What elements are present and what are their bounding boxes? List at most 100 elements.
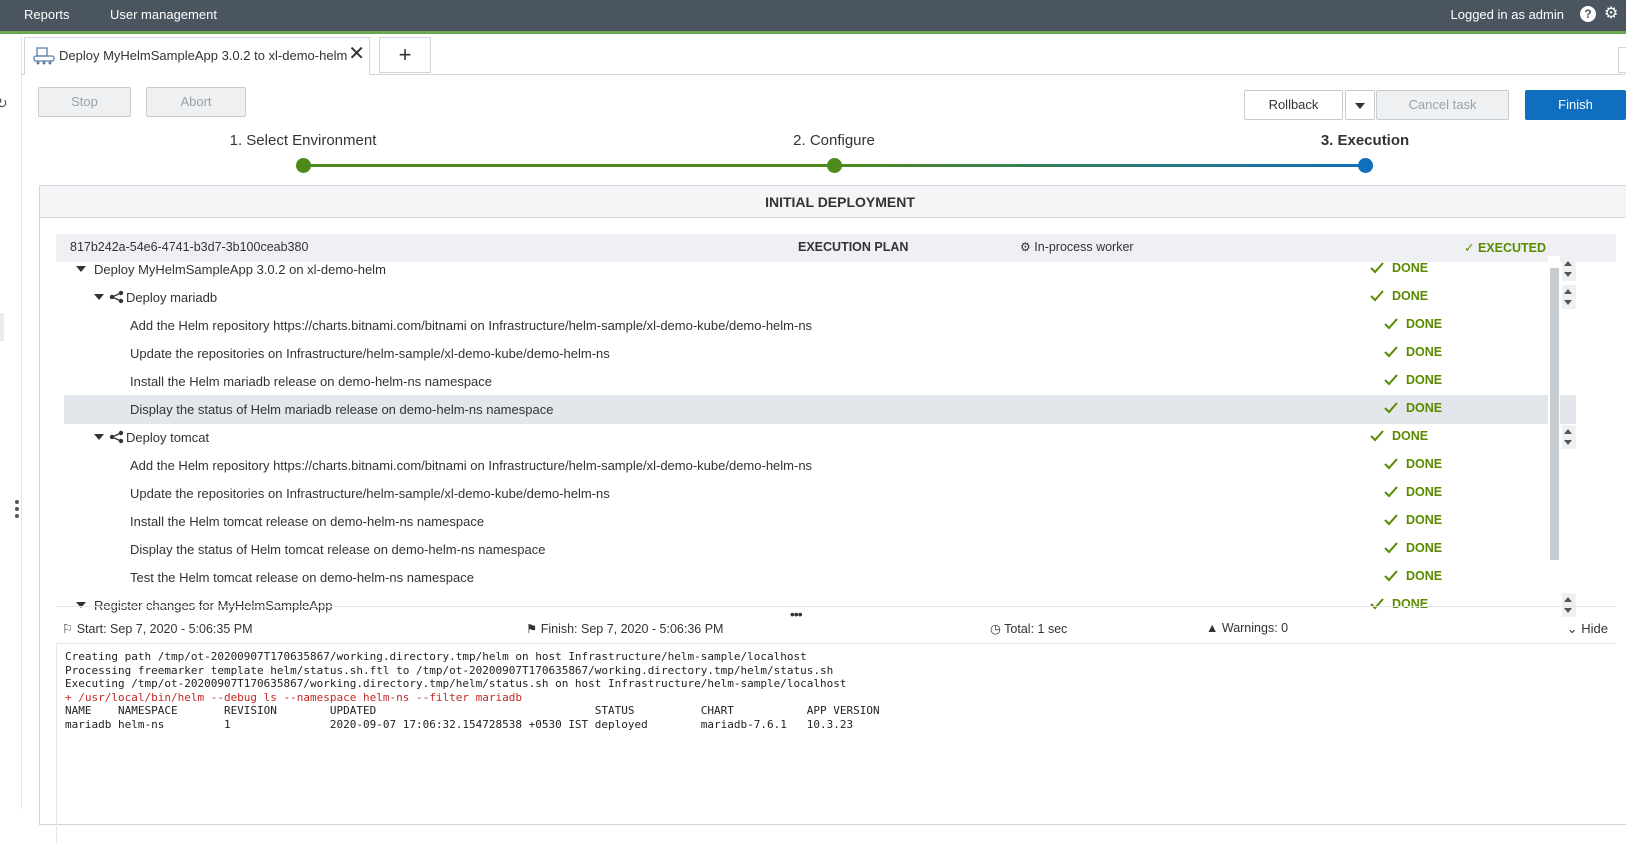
tab-overflow-button[interactable] [1618,47,1626,73]
reorder-arrows[interactable] [1562,285,1576,309]
arrow-up-icon[interactable] [1564,289,1572,294]
tree-row-status: DONE [1406,373,1443,387]
logged-in-user: Logged in as admin [1450,7,1564,22]
tree-row-label: Display the status of Helm mariadb relea… [130,402,554,417]
finish-button[interactable]: Finish [1525,90,1626,120]
check-icon [1384,514,1398,526]
nav-link-reports[interactable]: Reports [24,7,70,22]
log-line: + /usr/local/bin/helm --debug ls --names… [65,690,522,704]
finish-flag-icon: ⚑ [526,622,538,636]
tree-row[interactable]: Display the status of Helm tomcat releas… [64,535,1576,564]
share-icon [109,290,124,304]
step-execution: 3. Execution [1320,132,1410,149]
tree-row-status: DONE [1406,457,1443,471]
refresh-icon[interactable]: ↻ [0,95,8,112]
tree-row-status: DONE [1406,513,1443,527]
clock-icon: ◷ [990,622,1001,636]
tree-row[interactable]: Update the repositories on Infrastructur… [64,479,1576,508]
stepper-line-1 [303,164,834,167]
tree-row-status: DONE [1406,401,1443,415]
tree-row-label: Deploy tomcat [126,430,210,445]
hide-log-button[interactable]: ⌄ Hide [1567,621,1608,637]
check-icon [1370,290,1384,302]
tab-label: Deploy MyHelmSampleApp 3.0.2 to xl-demo-… [59,48,348,63]
scrollbar-thumb[interactable] [1550,268,1559,560]
check-icon [1384,318,1398,330]
tree-row-status: DONE [1406,317,1443,331]
tree-row[interactable]: Update the repositories on Infrastructur… [64,339,1576,368]
log-output: Creating path /tmp/ot-20200907T170635867… [57,644,1616,737]
tree-row-label: Deploy MyHelmSampleApp 3.0.2 on xl-demo-… [94,262,386,277]
start-time: ⚐ Start: Sep 7, 2020 - 5:06:35 PM [62,622,253,636]
help-icon[interactable]: ? [1580,6,1596,22]
deployment-panel: INITIAL DEPLOYMENT 817b242a-54e6-4741-b3… [39,185,1626,844]
abort-button[interactable]: Abort [146,87,246,117]
arrow-up-icon[interactable] [1564,261,1572,266]
tree-row[interactable]: Deploy tomcat DONE [64,423,1576,452]
tree-row-status: DONE [1406,569,1443,583]
rollback-dropdown-button[interactable] [1345,90,1375,120]
log-line: NAME NAMESPACE REVISION UPDATED STATUS C… [65,704,880,717]
panel-title: INITIAL DEPLOYMENT [40,186,1626,218]
plan-status: ✓ EXECUTED [1464,241,1547,255]
log-line: Executing /tmp/ot-20200907T170635867/wor… [65,677,847,690]
plan-id: 817b242a-54e6-4741-b3d7-3b100ceab380 [70,240,309,254]
log-line: Creating path /tmp/ot-20200907T170635867… [65,650,807,663]
check-icon [1370,430,1384,442]
tree-row[interactable]: Install the Helm tomcat release on demo-… [64,507,1576,536]
tree-row-label: Update the repositories on Infrastructur… [130,346,610,361]
rail-marker [0,313,4,341]
tree-row-status: DONE [1406,485,1443,499]
deployment-icon [33,47,55,65]
tree-row-label: Update the repositories on Infrastructur… [130,486,610,501]
log-line: mariadb helm-ns 1 2020-09-07 17:06:32.15… [65,717,854,731]
pane-splitter[interactable]: ••• [56,606,1616,622]
log-line: Processing freemarker template helm/stat… [65,663,834,677]
kebab-menu-icon[interactable] [15,500,21,521]
tree-row[interactable]: Add the Helm repository https://charts.b… [64,311,1576,340]
tree-row-status: DONE [1406,345,1443,359]
step-dot-3 [1358,158,1373,173]
arrow-down-icon[interactable] [1564,440,1572,445]
check-icon [1384,486,1398,498]
reorder-arrows[interactable] [1562,425,1576,449]
check-icon [1384,542,1398,554]
tab-deploy[interactable]: Deploy MyHelmSampleApp 3.0.2 to xl-demo-… [24,37,370,75]
check-icon [1384,570,1398,582]
tree-row[interactable]: Test the Helm tomcat release on demo-hel… [64,563,1576,592]
step-select-environment: 1. Select Environment [229,132,377,149]
check-icon [1370,262,1384,274]
reorder-arrows[interactable] [1562,257,1576,281]
tree-row-status: DONE [1392,261,1429,275]
add-tab-button[interactable]: + [379,37,431,73]
check-icon [1384,374,1398,386]
arrow-up-icon[interactable] [1564,597,1572,602]
check-icon: ✓ [1464,241,1475,255]
finish-time: ⚑ Finish: Sep 7, 2020 - 5:06:36 PM [526,622,724,636]
tree-row-status: DONE [1406,541,1443,555]
tree-scrollbar[interactable] [1548,256,1560,606]
flag-icon: ⚐ [62,622,74,636]
gear-icon[interactable]: ⚙ [1604,6,1620,22]
stop-button[interactable]: Stop [38,87,131,117]
tab-bar: Deploy MyHelmSampleApp 3.0.2 to xl-demo-… [22,37,1626,75]
caret-down-icon[interactable] [94,294,104,300]
cancel-task-button[interactable]: Cancel task [1376,90,1509,120]
nav-link-user-management[interactable]: User management [110,7,217,22]
worker-label: ⚙ In-process worker [1020,240,1134,254]
tree-row[interactable]: Deploy MyHelmSampleApp 3.0.2 on xl-demo-… [64,255,1576,284]
gears-icon: ⚙ [1020,240,1031,254]
caret-down-icon[interactable] [76,266,86,272]
arrow-down-icon[interactable] [1564,300,1572,305]
tree-row[interactable]: Deploy mariadb DONE [64,283,1576,312]
tree-row[interactable]: Add the Helm repository https://charts.b… [64,451,1576,480]
tree-row[interactable]: Install the Helm mariadb release on demo… [64,367,1576,396]
arrow-up-icon[interactable] [1564,429,1572,434]
caret-down-icon[interactable] [94,434,104,440]
tree-row[interactable]: Display the status of Helm mariadb relea… [64,395,1576,424]
plan-title: EXECUTION PLAN [798,240,909,254]
rollback-button[interactable]: Rollback [1244,90,1343,120]
close-icon[interactable]: ✕ [348,41,365,66]
tree-row-label: Install the Helm mariadb release on demo… [130,374,493,389]
arrow-down-icon[interactable] [1564,272,1572,277]
